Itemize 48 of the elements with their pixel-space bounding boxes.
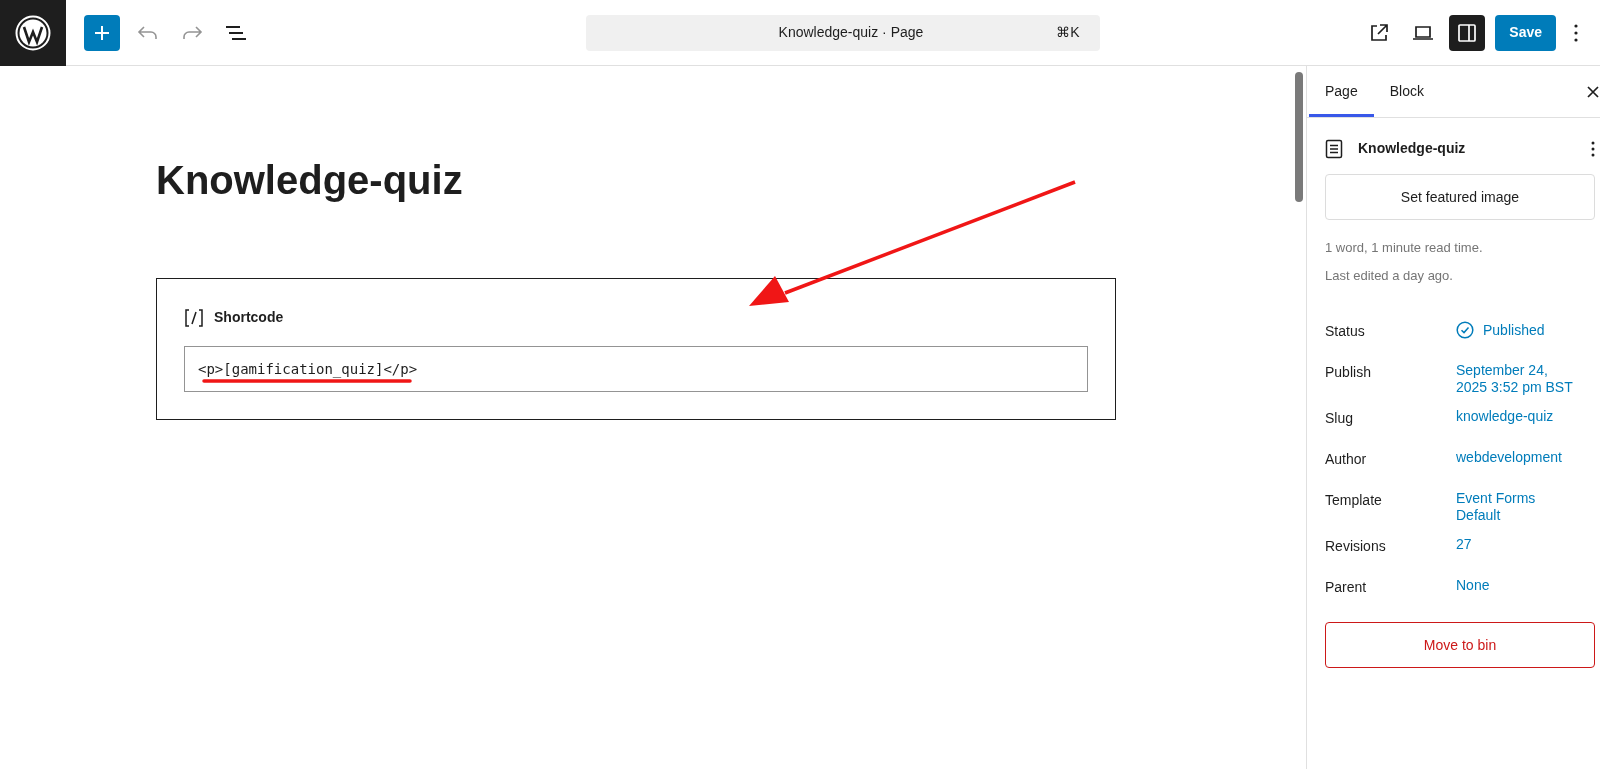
undo-icon xyxy=(137,24,159,41)
close-icon xyxy=(1586,85,1600,99)
more-vertical-icon[interactable] xyxy=(1591,140,1595,157)
field-value-link[interactable]: Event Forms Default xyxy=(1456,490,1536,524)
post-info-text: Last edited a day ago. xyxy=(1325,266,1454,285)
field-label: Slug xyxy=(1325,409,1355,428)
field-label: Status xyxy=(1325,322,1366,341)
field-label: Author xyxy=(1325,450,1368,469)
field-label: Template xyxy=(1325,491,1383,510)
document-title: Knowledge-quiz · Page xyxy=(777,23,925,42)
field-value-link[interactable]: webdevelopment xyxy=(1456,449,1562,466)
settings-panel-button[interactable] xyxy=(1449,14,1486,51)
page-icon xyxy=(1325,138,1343,159)
save-button[interactable]: Save xyxy=(1495,14,1556,51)
site-logo[interactable] xyxy=(0,0,66,66)
shortcut-hint: ⌘K xyxy=(1056,23,1080,42)
field-value-link[interactable]: 27 xyxy=(1456,536,1472,553)
field-value-link[interactable]: knowledge-quiz xyxy=(1456,408,1554,425)
laptop-icon xyxy=(1412,24,1435,41)
shortcode-block[interactable]: Shortcode <p>[gamification_quiz]</p> xyxy=(156,278,1116,420)
wordpress-logo-icon xyxy=(15,14,51,51)
block-label: Shortcode xyxy=(214,308,284,327)
check-circle-icon xyxy=(1456,321,1474,339)
page-title[interactable]: Knowledge-quiz xyxy=(156,156,1116,204)
field-label: Revisions xyxy=(1325,537,1387,556)
external-link-icon xyxy=(1369,22,1390,43)
list-view-icon xyxy=(225,23,247,42)
post-info-text: 1 word, 1 minute read time. xyxy=(1325,239,1484,257)
command-bar[interactable]: Knowledge-quiz · Page ⌘K xyxy=(585,14,1100,51)
sidebar-tab[interactable]: Page xyxy=(1309,66,1374,117)
shortcode-icon xyxy=(184,307,204,328)
add-block-button[interactable] xyxy=(84,14,120,51)
code-text: <p>[gamification_quiz]</p> xyxy=(198,359,418,380)
sidebar-tab[interactable]: Block xyxy=(1373,66,1440,117)
field-value-link[interactable]: September 24, 2025 3:52 pm BST xyxy=(1456,362,1573,396)
move-to-bin-button[interactable]: Move to bin xyxy=(1325,622,1595,668)
scrollbar[interactable] xyxy=(1295,72,1303,202)
field-value-link[interactable]: None xyxy=(1456,577,1490,594)
code-input[interactable]: <p>[gamification_quiz]</p> xyxy=(184,346,1088,392)
status-link[interactable]: Published xyxy=(1483,321,1545,339)
sidebar-icon xyxy=(1457,22,1478,43)
page-name: Knowledge-quiz xyxy=(1358,139,1467,158)
more-vertical-icon xyxy=(1574,23,1578,42)
field-label: Parent xyxy=(1325,578,1368,597)
plus-icon xyxy=(94,24,110,41)
redo-icon xyxy=(181,24,203,41)
set-featured-image-button[interactable]: Set featured image xyxy=(1325,174,1595,220)
field-label: Publish xyxy=(1325,363,1372,382)
